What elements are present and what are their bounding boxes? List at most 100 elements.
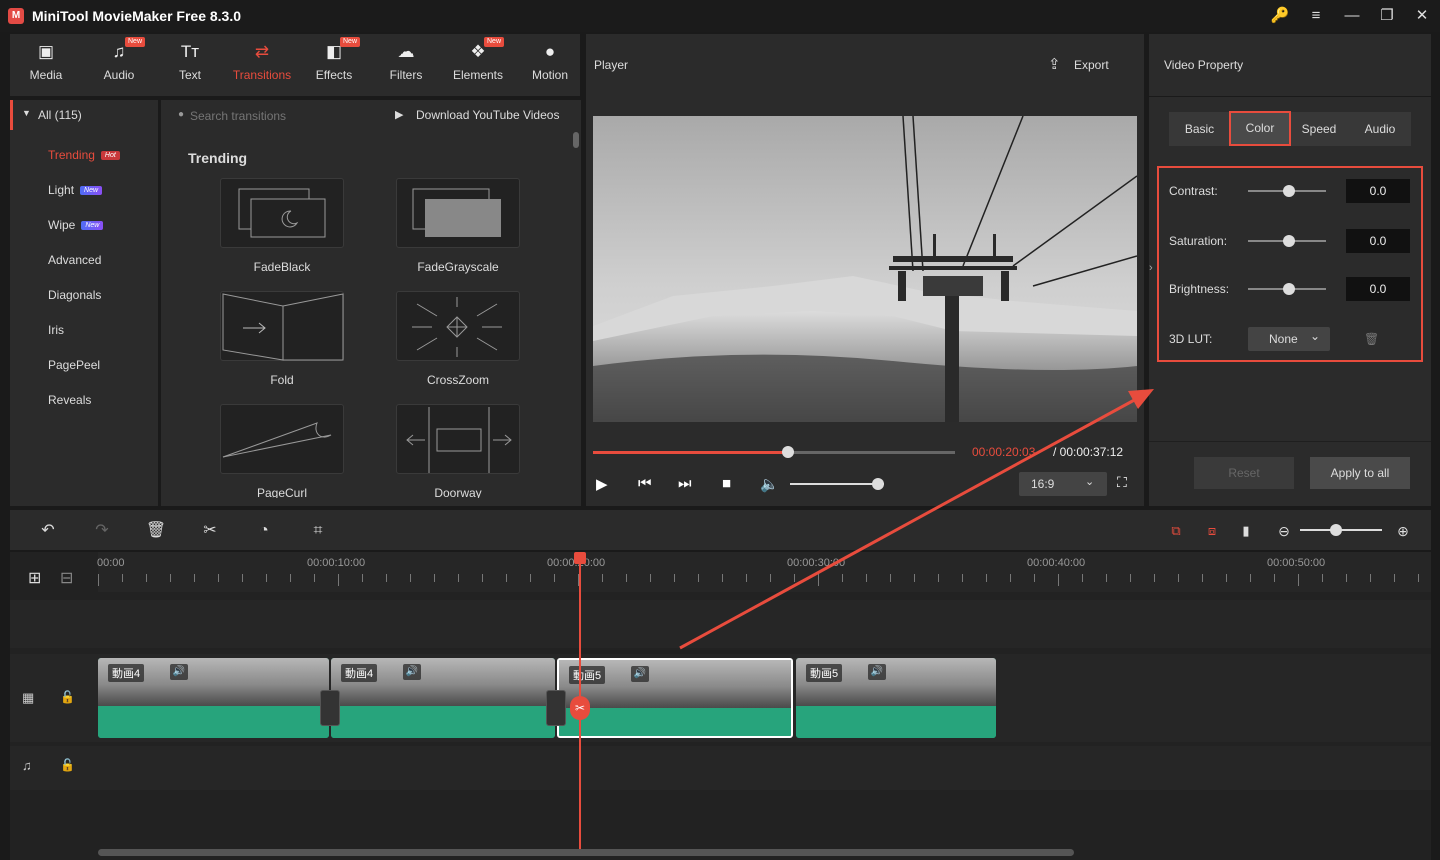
tab-speed[interactable]: Speed <box>1291 112 1347 146</box>
ruler-tick <box>1202 574 1203 582</box>
stop-button[interactable]: ■ <box>722 475 731 492</box>
tab-effects[interactable]: ◧ Effects New <box>302 37 366 92</box>
add-track-icon[interactable]: ⊞ <box>28 568 41 588</box>
undo-icon[interactable]: ↶ <box>36 520 60 542</box>
transition-thumb-fadeblack[interactable] <box>220 178 344 248</box>
transition-thumb-fadegrayscale[interactable] <box>396 178 520 248</box>
fullscreen-icon[interactable]: ⛶ <box>1117 474 1127 491</box>
split-scissors-icon[interactable]: ✂ <box>570 696 590 720</box>
transition-slot[interactable] <box>546 690 566 726</box>
speaker-icon[interactable]: 🔊 <box>170 664 188 680</box>
timeline-clip[interactable]: 動画4 🔊 <box>331 658 555 738</box>
collapse-arrow-icon[interactable]: ▼ <box>22 108 31 118</box>
ruler-tick <box>842 574 843 582</box>
key-icon[interactable]: 🔑 <box>1268 6 1292 26</box>
apply-to-all-button[interactable]: Apply to all <box>1310 457 1410 489</box>
split-icon[interactable]: ✂ <box>198 520 222 542</box>
category-pagepeel[interactable]: PagePeel <box>48 358 100 372</box>
tab-basic[interactable]: Basic <box>1172 112 1227 146</box>
category-light[interactable]: Light New <box>48 183 103 197</box>
volume-icon[interactable]: 🔈 <box>760 475 779 493</box>
link-icon[interactable]: ⧈ <box>1200 520 1224 542</box>
playhead-handle[interactable] <box>574 552 586 564</box>
media-icon: ▣ <box>37 42 55 61</box>
ruler-tick <box>314 574 315 582</box>
speed-icon[interactable]: ◔ <box>252 520 276 542</box>
snap-icon[interactable]: ⧉ <box>1164 520 1188 542</box>
volume-track[interactable] <box>790 483 884 485</box>
trash-icon[interactable]: 🗑 <box>1364 332 1379 346</box>
timeline-clip-selected[interactable]: 動画5 🔊 <box>557 658 793 738</box>
tab-elements[interactable]: ❖ Elements New <box>446 37 510 92</box>
speaker-icon[interactable]: 🔊 <box>403 664 421 680</box>
seek-handle[interactable] <box>782 446 794 458</box>
tab-motion[interactable]: ● Motion <box>518 40 582 92</box>
tab-media[interactable]: ▣ Media <box>14 40 78 92</box>
brightness-value[interactable]: 0.0 <box>1346 277 1410 301</box>
remove-track-icon[interactable]: ⊟ <box>60 568 73 588</box>
contrast-handle[interactable] <box>1283 185 1295 197</box>
timeline-scrollbar[interactable] <box>98 849 1074 856</box>
tab-transitions[interactable]: ⇄ Transitions <box>230 40 294 92</box>
saturation-handle[interactable] <box>1283 235 1295 247</box>
tab-filters[interactable]: ☁ Filters <box>374 40 438 92</box>
ruler-tick <box>1346 574 1347 582</box>
transition-thumb-pagecurl[interactable] <box>220 404 344 474</box>
collapse-panel-icon[interactable]: › <box>1149 262 1153 274</box>
timeline-clip[interactable]: 動画4 🔊 <box>98 658 329 738</box>
saturation-value[interactable]: 0.0 <box>1346 229 1410 253</box>
search-input[interactable] <box>190 106 380 126</box>
tab-audio[interactable]: ♫ Audio New <box>87 37 151 92</box>
delete-icon[interactable]: 🗑 <box>144 520 168 542</box>
contrast-value[interactable]: 0.0 <box>1346 179 1410 203</box>
timeline-ruler[interactable] <box>98 552 1431 592</box>
next-frame-button[interactable]: ⏭ <box>678 475 692 492</box>
redo-icon[interactable]: ↷ <box>90 520 114 542</box>
category-wipe[interactable]: Wipe New <box>48 218 104 232</box>
volume-handle[interactable] <box>872 478 884 490</box>
previous-frame-button[interactable]: ⏮ <box>638 475 652 492</box>
maximize-button[interactable]: ❐ <box>1375 6 1399 26</box>
ruler-tick <box>626 574 627 582</box>
current-time: 00:00:20:03 <box>972 445 1036 459</box>
library-scrollbar[interactable] <box>573 132 579 148</box>
menu-icon[interactable]: ≡ <box>1304 6 1328 26</box>
tab-audio[interactable]: Audio <box>1350 112 1410 146</box>
category-all[interactable]: All (115) <box>38 108 82 122</box>
transition-slot[interactable] <box>320 690 340 726</box>
category-iris[interactable]: Iris <box>48 323 64 337</box>
zoom-out-icon[interactable]: ⊖ <box>1272 520 1296 542</box>
play-button[interactable]: ▶ <box>596 475 608 493</box>
speaker-icon[interactable]: 🔊 <box>631 666 649 682</box>
download-youtube-link[interactable]: Download YouTube Videos <box>416 108 559 122</box>
filters-icon: ☁ <box>397 42 415 61</box>
category-trending[interactable]: Trending Hot <box>48 148 120 162</box>
crop-icon[interactable]: ⌗ <box>306 520 330 542</box>
video-preview[interactable] <box>593 116 1137 422</box>
category-label: Advanced <box>48 253 102 267</box>
empty-track <box>10 600 1431 648</box>
category-advanced[interactable]: Advanced <box>48 253 101 267</box>
tab-text[interactable]: Tт Text <box>158 40 222 92</box>
lut-select[interactable]: None ⌄ <box>1248 327 1330 351</box>
zoom-handle[interactable] <box>1330 524 1342 536</box>
aspect-ratio-select[interactable]: 16:9 ⌄ <box>1019 472 1107 496</box>
brightness-handle[interactable] <box>1283 283 1295 295</box>
lock-icon[interactable]: 🔓 <box>60 690 75 704</box>
transition-thumb-crosszoom[interactable] <box>396 291 520 361</box>
category-reveals[interactable]: Reveals <box>48 393 91 407</box>
lock-icon[interactable]: 🔓 <box>60 758 75 772</box>
timeline-clip[interactable]: 動画5 🔊 <box>796 658 996 738</box>
tab-color[interactable]: Color <box>1229 111 1291 146</box>
minimize-button[interactable]: — <box>1340 6 1364 26</box>
speaker-icon[interactable]: 🔊 <box>868 664 886 680</box>
category-diagonals[interactable]: Diagonals <box>48 288 101 302</box>
transition-thumb-fold[interactable] <box>220 291 344 361</box>
fit-icon[interactable]: ▮ <box>1234 520 1258 542</box>
export-button[interactable]: Export <box>1074 58 1109 72</box>
ruler-tick <box>362 574 363 582</box>
reset-button[interactable]: Reset <box>1194 457 1294 489</box>
close-button[interactable]: ✕ <box>1410 6 1434 26</box>
zoom-in-icon[interactable]: ⊕ <box>1391 520 1415 542</box>
transition-thumb-doorway[interactable] <box>396 404 520 474</box>
